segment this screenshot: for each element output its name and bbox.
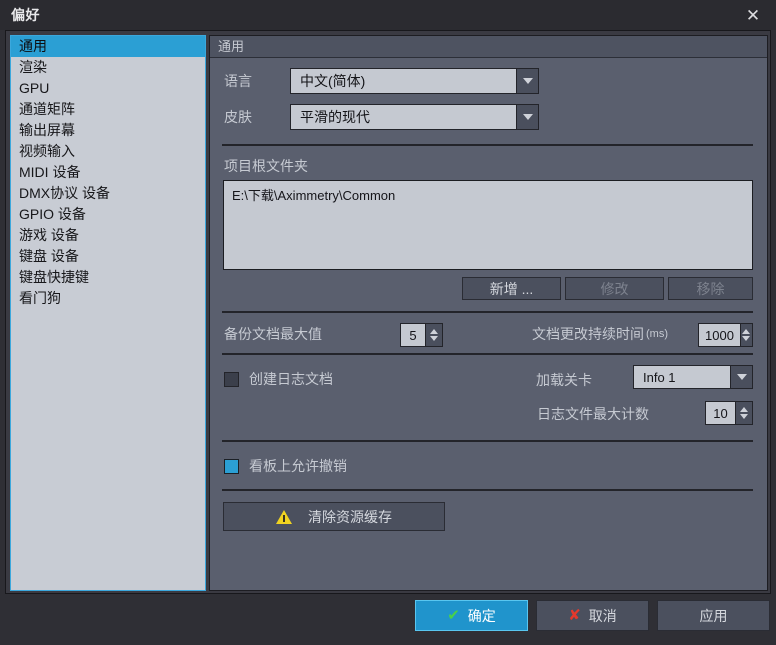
skin-select[interactable]: 平滑的现代 <box>290 104 539 130</box>
change-duration-unit: (ms) <box>646 328 668 340</box>
max-log-files-stepper[interactable]: 10 <box>705 401 753 425</box>
ok-button[interactable]: ✔ 确定 <box>415 600 528 631</box>
divider-2 <box>222 311 753 313</box>
stepper-arrows-icon[interactable] <box>425 324 442 346</box>
skin-label: 皮肤 <box>224 109 252 125</box>
close-icon[interactable]: ✕ <box>740 3 766 27</box>
chevron-down-icon[interactable] <box>516 105 538 129</box>
create-log-checkbox[interactable] <box>224 371 239 387</box>
sidebar-item-general[interactable]: 通用 <box>11 36 205 57</box>
max-log-files-label: 日志文件最大计数 <box>537 406 649 422</box>
language-row: 语言 中文(简体) <box>224 68 539 94</box>
language-label: 语言 <box>224 73 252 89</box>
allow-undo-label: 看板上允许撤销 <box>249 458 347 474</box>
add-folder-button[interactable]: 新增 ... <box>462 277 561 300</box>
load-level-label: 加载关卡 <box>536 372 592 388</box>
max-backup-docs-label: 备份文档最大值 <box>224 326 322 342</box>
stepper-arrows-icon[interactable] <box>735 402 752 424</box>
preferences-dialog: 偏好 ✕ 通用 渲染 GPU 通道矩阵 输出屏幕 视频输入 MIDI 设备 DM… <box>0 0 776 645</box>
divider-1 <box>222 144 753 146</box>
panel-body: 语言 中文(简体) 皮肤 平滑的现代 项目根文件夹 E:\下载\Aximmetr… <box>210 58 767 590</box>
project-root-listbox[interactable]: E:\下载\Aximmetry\Common <box>223 180 753 270</box>
category-list[interactable]: 通用 渲染 GPU 通道矩阵 输出屏幕 视频输入 MIDI 设备 DMX协议 设… <box>10 35 206 591</box>
project-root-label: 项目根文件夹 <box>224 158 308 174</box>
create-log-row[interactable]: 创建日志文档 <box>224 369 333 389</box>
max-log-files-value[interactable]: 10 <box>706 402 735 424</box>
sidebar-item-output-screens[interactable]: 输出屏幕 <box>11 120 205 141</box>
language-select[interactable]: 中文(简体) <box>290 68 539 94</box>
undo-row[interactable]: 看板上允许撤销 <box>224 456 347 476</box>
check-icon: ✔ <box>447 607 460 624</box>
sidebar-item-render[interactable]: 渲染 <box>11 57 205 78</box>
change-duration-stepper[interactable]: 1000 <box>698 323 753 347</box>
remove-folder-button[interactable]: 移除 <box>668 277 753 300</box>
sidebar-item-gpu[interactable]: GPU <box>11 78 205 99</box>
stepper-arrows-icon[interactable] <box>739 324 752 346</box>
clear-resource-cache-button[interactable]: 清除资源缓存 <box>223 502 445 531</box>
window-title: 偏好 <box>11 7 40 23</box>
language-value: 中文(简体) <box>300 73 366 89</box>
max-backup-docs-value[interactable]: 5 <box>401 324 425 346</box>
settings-panel: 通用 语言 中文(简体) 皮肤 平滑的现代 项目根文件夹 E:\下载\Aximm… <box>209 35 768 591</box>
modify-folder-button[interactable]: 修改 <box>565 277 664 300</box>
chevron-down-icon[interactable] <box>730 366 752 388</box>
sidebar-item-video-input[interactable]: 视频输入 <box>11 141 205 162</box>
change-duration-row: 文档更改持续时间 (ms) <box>532 324 668 344</box>
clear-resource-cache-label: 清除资源缓存 <box>308 508 392 525</box>
sidebar-item-watchdog[interactable]: 看门狗 <box>11 288 205 309</box>
sidebar-item-game-devices[interactable]: 游戏 设备 <box>11 225 205 246</box>
skin-row: 皮肤 平滑的现代 <box>224 104 539 130</box>
load-level-row: 加载关卡 <box>536 370 592 390</box>
sidebar-item-keyboard-shortcuts[interactable]: 键盘快捷键 <box>11 267 205 288</box>
panel-title: 通用 <box>210 36 767 58</box>
apply-button[interactable]: 应用 <box>657 600 770 631</box>
allow-undo-checkbox[interactable] <box>224 458 239 474</box>
divider-3 <box>222 353 753 355</box>
skin-value: 平滑的现代 <box>300 109 370 125</box>
max-backup-docs-row: 备份文档最大值 <box>224 324 322 344</box>
sidebar-item-channel-matrix[interactable]: 通道矩阵 <box>11 99 205 120</box>
cancel-button[interactable]: ✘ 取消 <box>536 600 649 631</box>
change-duration-label: 文档更改持续时间 <box>532 326 644 342</box>
close-icon: ✘ <box>568 607 581 624</box>
dialog-footer: ✔ 确定 ✘ 取消 应用 <box>5 596 771 640</box>
sidebar-item-keyboard-devices[interactable]: 键盘 设备 <box>11 246 205 267</box>
sidebar-item-gpio-devices[interactable]: GPIO 设备 <box>11 204 205 225</box>
divider-4 <box>222 440 753 442</box>
ok-label: 确定 <box>467 607 496 624</box>
chevron-down-icon[interactable] <box>516 69 538 93</box>
sidebar-item-midi-devices[interactable]: MIDI 设备 <box>11 162 205 183</box>
change-duration-value[interactable]: 1000 <box>699 324 740 346</box>
warning-triangle-icon <box>276 509 292 524</box>
load-level-select[interactable]: Info 1 <box>633 365 753 389</box>
divider-5 <box>222 489 753 491</box>
sidebar-item-dmx-devices[interactable]: DMX协议 设备 <box>11 183 205 204</box>
load-level-value: Info 1 <box>643 369 676 385</box>
create-log-label: 创建日志文档 <box>249 371 333 387</box>
max-log-files-row: 日志文件最大计数 <box>537 404 649 424</box>
list-item[interactable]: E:\下载\Aximmetry\Common <box>224 181 752 204</box>
title-bar: 偏好 ✕ <box>0 0 776 30</box>
cancel-label: 取消 <box>588 607 617 624</box>
dialog-content: 通用 渲染 GPU 通道矩阵 输出屏幕 视频输入 MIDI 设备 DMX协议 设… <box>5 30 771 594</box>
max-backup-docs-stepper[interactable]: 5 <box>400 323 443 347</box>
